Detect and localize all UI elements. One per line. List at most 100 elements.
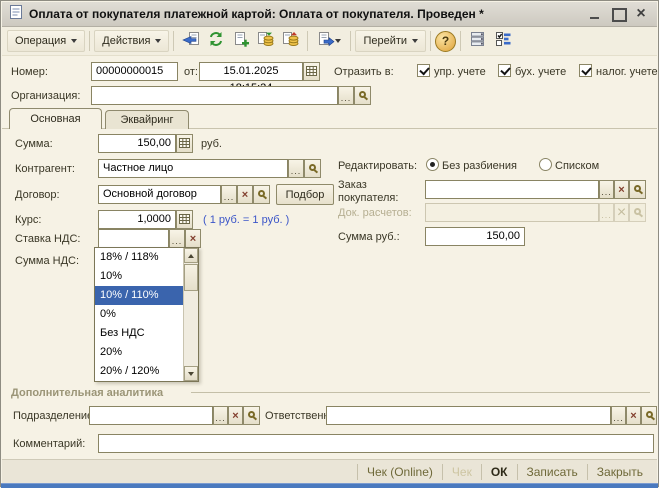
ellipsis-icon: ...	[601, 212, 612, 221]
dropdown-scrollbar[interactable]	[183, 248, 198, 381]
subordination-structure-icon	[470, 31, 486, 52]
ellipsis-icon: ...	[341, 95, 352, 104]
ellipsis-icon: ...	[291, 168, 302, 177]
clear-icon: ×	[617, 204, 626, 222]
no-split-radio[interactable]	[426, 158, 439, 171]
tab-main[interactable]: Основная	[9, 108, 102, 129]
edit-mode-label: Редактировать:	[338, 160, 417, 172]
toolbar-separator	[460, 31, 461, 51]
tab-acquiring[interactable]: Эквайринг	[105, 110, 189, 129]
organization-select-button[interactable]: ...	[338, 86, 354, 105]
maximize-button[interactable]	[611, 7, 625, 21]
counterparty-open-button[interactable]	[304, 159, 321, 178]
calendar-button[interactable]	[303, 62, 320, 81]
title-bar[interactable]: Оплата от покупателя платежной картой: О…	[2, 2, 657, 27]
department-open-button[interactable]	[243, 406, 260, 425]
number-input[interactable]: 00000000015	[91, 62, 178, 81]
write-button[interactable]: Записать	[518, 465, 587, 479]
customer-order-input[interactable]	[425, 180, 599, 199]
pick-button[interactable]: Подбор	[276, 184, 334, 205]
dropdown-item[interactable]: Без НДС	[95, 324, 183, 343]
date-label: от:	[184, 66, 198, 78]
comment-label: Комментарий:	[13, 438, 85, 450]
settlement-doc-label: Док. расчетов:	[338, 207, 412, 219]
contract-label: Договор:	[15, 189, 60, 201]
actions-menu-button[interactable]: Действия	[94, 30, 169, 52]
subordination-structure-button[interactable]	[465, 29, 490, 53]
list-radio[interactable]	[539, 158, 552, 171]
book-accounting-checkbox[interactable]	[498, 64, 511, 77]
tax-accounting-checkbox[interactable]	[579, 64, 592, 77]
vat-rate-input[interactable]	[98, 229, 169, 248]
input-on-basis-button[interactable]	[312, 29, 346, 53]
operation-menu-button[interactable]: Операция	[7, 30, 85, 52]
calculator-icon	[179, 135, 190, 153]
ellipsis-icon: ...	[172, 238, 183, 247]
dropdown-item[interactable]: 18% / 118%	[95, 248, 183, 267]
rate-input[interactable]: 1,0000	[98, 210, 176, 229]
counterparty-label: Контрагент:	[15, 163, 75, 175]
goto-menu-button[interactable]: Перейти	[355, 30, 426, 52]
sum-input[interactable]: 150,00	[98, 134, 176, 153]
contract-open-button[interactable]	[253, 185, 270, 204]
organization-open-button[interactable]	[354, 86, 371, 105]
department-input[interactable]	[89, 406, 213, 425]
contract-clear-button[interactable]: ×	[237, 185, 253, 204]
help-button[interactable]: ?	[435, 31, 456, 52]
rate-calculator-button[interactable]	[176, 210, 193, 229]
scrollbar-thumb[interactable]	[184, 264, 198, 291]
vat-rate-select-button[interactable]: ...	[169, 229, 185, 248]
customer-order-select-button[interactable]: ...	[599, 180, 614, 199]
organization-input[interactable]	[91, 86, 338, 105]
responsible-input[interactable]	[326, 406, 611, 425]
responsible-clear-button[interactable]: ×	[626, 406, 641, 425]
no-split-radio-label: Без разбиения	[442, 160, 517, 172]
clear-icon: ×	[190, 233, 196, 245]
save-document-button[interactable]	[178, 29, 203, 53]
check-online-button[interactable]: Чек (Online)	[358, 465, 442, 479]
sum-currency-label: руб.	[201, 138, 222, 150]
vat-rate-dropdown: 18% / 118% 10% 10% / 110% 0% Без НДС 20%…	[94, 247, 199, 382]
magnifier-icon	[258, 190, 265, 197]
dropdown-item-selected[interactable]: 10% / 110%	[95, 286, 183, 305]
ok-button[interactable]: ОК	[482, 465, 517, 479]
input-on-basis-icon	[318, 31, 335, 52]
dropdown-item[interactable]: 20% / 120%	[95, 362, 183, 381]
counterparty-select-button[interactable]: ...	[288, 159, 304, 178]
document-window: Оплата от покупателя платежной картой: О…	[0, 0, 659, 487]
minimize-button[interactable]	[588, 7, 602, 21]
comment-input[interactable]	[98, 434, 654, 453]
scrollbar-track[interactable]	[184, 291, 198, 366]
sum-calculator-button[interactable]	[176, 134, 193, 153]
sum-rub-input[interactable]: 150,00	[425, 227, 525, 246]
department-select-button[interactable]: ...	[213, 406, 228, 425]
unpost-document-button[interactable]	[278, 29, 303, 53]
close-button[interactable]: ×	[634, 7, 648, 21]
vat-rate-clear-button[interactable]: ×	[185, 229, 201, 248]
scroll-up-button[interactable]	[184, 248, 198, 263]
close-form-button[interactable]: Закрыть	[588, 465, 652, 479]
dropdown-item[interactable]: 10%	[95, 267, 183, 286]
responsible-select-button[interactable]: ...	[611, 406, 626, 425]
refresh-button[interactable]	[203, 29, 228, 53]
post-document-button[interactable]	[253, 29, 278, 53]
scroll-down-button[interactable]	[184, 366, 198, 381]
counterparty-input[interactable]: Частное лицо	[98, 159, 288, 178]
customer-order-clear-button[interactable]: ×	[614, 180, 629, 199]
dropdown-item[interactable]: 0%	[95, 305, 183, 324]
dropdown-item[interactable]: 20%	[95, 343, 183, 362]
responsible-open-button[interactable]	[641, 406, 657, 425]
actions-menu-label: Действия	[102, 35, 150, 47]
date-input[interactable]: 15.01.2025 18:15:24	[199, 62, 303, 81]
department-clear-button[interactable]: ×	[228, 406, 243, 425]
copy-document-button[interactable]	[228, 29, 253, 53]
customer-order-open-button[interactable]	[629, 180, 646, 199]
settlement-doc-select-button: ...	[599, 203, 614, 222]
contract-input[interactable]: Основной договор	[98, 185, 221, 204]
document-movements-button[interactable]	[490, 29, 515, 53]
management-accounting-checkbox[interactable]	[417, 64, 430, 77]
clear-icon: ×	[630, 410, 636, 422]
magnifier-icon	[248, 411, 255, 418]
toolbar-separator	[430, 31, 431, 51]
contract-select-button[interactable]: ...	[221, 185, 237, 204]
